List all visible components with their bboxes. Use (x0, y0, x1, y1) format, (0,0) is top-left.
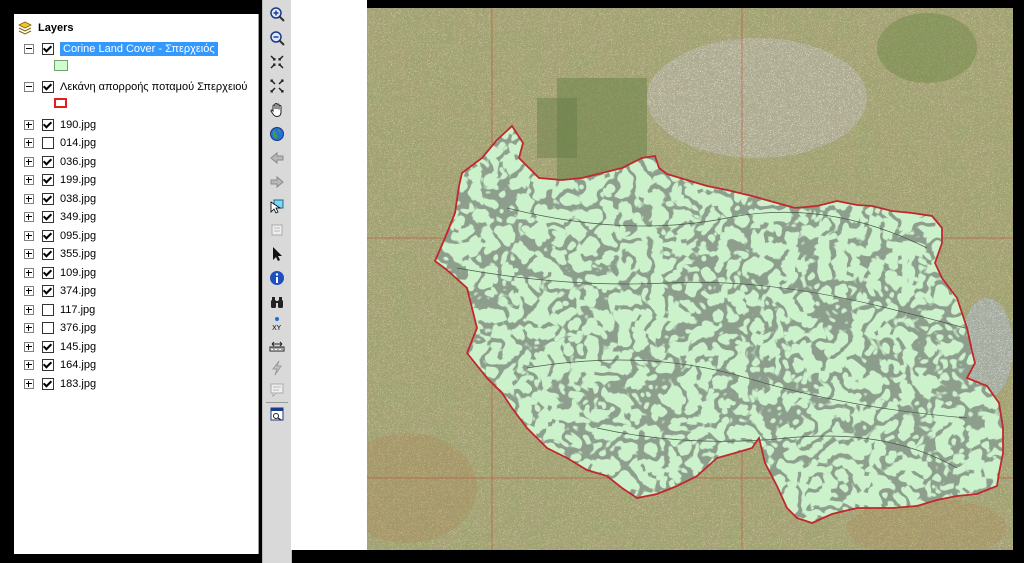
map-margin (291, 0, 367, 550)
expand-toggle-icon[interactable] (24, 230, 34, 241)
layer-row[interactable]: 164.jpg (24, 357, 96, 374)
expand-toggle-icon[interactable] (24, 267, 34, 278)
layer-visibility-checkbox[interactable] (42, 174, 54, 186)
layer-row[interactable]: Corine Land Cover - Σπερχειός (24, 40, 218, 57)
layer-name[interactable]: 117.jpg (60, 304, 95, 316)
layer-name[interactable]: 183.jpg (60, 378, 96, 390)
select-pointer-icon[interactable] (267, 244, 287, 264)
layer-visibility-checkbox[interactable] (42, 137, 54, 149)
layer-row[interactable]: 183.jpg (24, 375, 96, 392)
expand-toggle-icon[interactable] (24, 212, 34, 222)
svg-text:XY: XY (272, 324, 282, 332)
expand-toggle-icon[interactable] (24, 360, 34, 370)
layer-name[interactable]: 014.jpg (60, 137, 96, 149)
fixed-zoom-in-icon[interactable] (267, 52, 287, 72)
layer-row[interactable]: 349.jpg (24, 209, 96, 226)
layer-row[interactable]: 109.jpg (24, 264, 96, 281)
layer-row[interactable]: 199.jpg (24, 172, 96, 189)
layer-row[interactable]: 095.jpg (24, 227, 96, 244)
layer-visibility-checkbox[interactable] (42, 192, 54, 205)
layer-name[interactable]: 374.jpg (60, 285, 96, 297)
full-extent-globe-icon[interactable] (267, 124, 287, 144)
layer-name[interactable]: 038.jpg (60, 193, 96, 205)
layer-visibility-checkbox[interactable] (42, 377, 54, 390)
find-binoculars-icon[interactable] (267, 292, 287, 312)
table-of-contents: Layers Corine Land Cover - Σπερχειός Λεκά… (14, 14, 259, 554)
toolbar-separator (266, 402, 288, 403)
layer-row[interactable]: 355.jpg (24, 246, 96, 263)
pan-hand-icon[interactable] (267, 100, 287, 120)
back-arrow-icon[interactable] (267, 148, 287, 168)
layer-row[interactable]: 038.jpg (24, 190, 96, 207)
zoom-in-icon[interactable] (267, 4, 287, 24)
expand-toggle-icon[interactable] (24, 378, 34, 389)
map-view[interactable] (367, 8, 1013, 550)
select-features-icon[interactable] (267, 196, 287, 216)
basin-outline-symbol[interactable] (54, 98, 67, 108)
layer-visibility-checkbox[interactable] (42, 359, 54, 371)
layer-row[interactable]: 376.jpg (24, 320, 96, 337)
layer-name[interactable]: 036.jpg (60, 156, 96, 168)
layer-name[interactable]: Corine Land Cover - Σπερχειός (60, 41, 218, 56)
expand-toggle-icon[interactable] (24, 138, 34, 148)
layer-name[interactable]: 145.jpg (60, 341, 96, 353)
layer-row[interactable]: Λεκάνη απορροής ποταμού Σπερχειού (24, 78, 247, 95)
layer-name[interactable]: 095.jpg (60, 230, 96, 242)
clear-selection-icon[interactable] (267, 220, 287, 240)
layer-visibility-checkbox[interactable] (42, 303, 54, 316)
layer-visibility-checkbox[interactable] (42, 285, 54, 297)
land-cover-fill-symbol[interactable] (54, 60, 68, 71)
layer-row[interactable]: 190.jpg (24, 116, 96, 133)
layer-name[interactable]: Λεκάνη απορροής ποταμού Σπερχειού (60, 81, 247, 93)
layers-root[interactable]: Layers (18, 20, 73, 36)
expand-toggle-icon[interactable] (24, 193, 34, 204)
layer-visibility-checkbox[interactable] (42, 118, 54, 131)
tools-toolbar: XY (262, 0, 292, 563)
forward-arrow-icon[interactable] (267, 172, 287, 192)
layer-visibility-checkbox[interactable] (42, 248, 54, 260)
layer-row[interactable]: 374.jpg (24, 283, 96, 300)
layer-name[interactable]: 164.jpg (60, 359, 96, 371)
layer-visibility-checkbox[interactable] (42, 266, 54, 279)
layer-visibility-checkbox[interactable] (42, 42, 54, 55)
layer-name[interactable]: 376.jpg (60, 322, 96, 334)
collapse-toggle-icon[interactable] (24, 81, 34, 92)
layer-visibility-checkbox[interactable] (42, 229, 54, 242)
zoom-out-icon[interactable] (267, 28, 287, 48)
layer-name[interactable]: 190.jpg (60, 119, 96, 131)
expand-toggle-icon[interactable] (24, 119, 34, 130)
go-to-xy-icon[interactable]: XY (267, 314, 287, 334)
layer-name[interactable]: 199.jpg (60, 174, 96, 186)
collapse-toggle-icon[interactable] (24, 43, 34, 54)
expand-toggle-icon[interactable] (24, 286, 34, 296)
expand-toggle-icon[interactable] (24, 156, 34, 167)
expand-toggle-icon[interactable] (24, 175, 34, 185)
layer-name[interactable]: 355.jpg (60, 248, 96, 260)
expand-toggle-icon[interactable] (24, 249, 34, 259)
layer-visibility-checkbox[interactable] (42, 340, 54, 353)
layers-header-label: Layers (38, 22, 74, 34)
layer-visibility-checkbox[interactable] (42, 155, 54, 168)
identify-info-icon[interactable] (267, 268, 287, 288)
fixed-zoom-out-icon[interactable] (267, 76, 287, 96)
layer-name[interactable]: 109.jpg (60, 267, 96, 279)
expand-toggle-icon[interactable] (24, 304, 34, 315)
measure-icon[interactable] (267, 336, 287, 356)
application-frame: Layers Corine Land Cover - Σπερχειός Λεκά… (0, 0, 1024, 563)
layer-visibility-checkbox[interactable] (42, 322, 54, 334)
layer-row[interactable]: 036.jpg (24, 153, 96, 170)
expand-toggle-icon[interactable] (24, 323, 34, 333)
layer-row[interactable]: 117.jpg (24, 301, 95, 318)
layer-visibility-checkbox[interactable] (42, 211, 54, 223)
viewer-window-icon[interactable] (267, 404, 287, 424)
expand-toggle-icon[interactable] (24, 341, 34, 352)
hyperlink-bolt-icon[interactable] (267, 358, 287, 378)
layer-row[interactable]: 014.jpg (24, 135, 96, 152)
layer-row[interactable]: 145.jpg (24, 338, 96, 355)
html-popup-icon[interactable] (267, 380, 287, 400)
layers-icon (18, 21, 32, 35)
layer-visibility-checkbox[interactable] (42, 80, 54, 93)
layer-name[interactable]: 349.jpg (60, 211, 96, 223)
